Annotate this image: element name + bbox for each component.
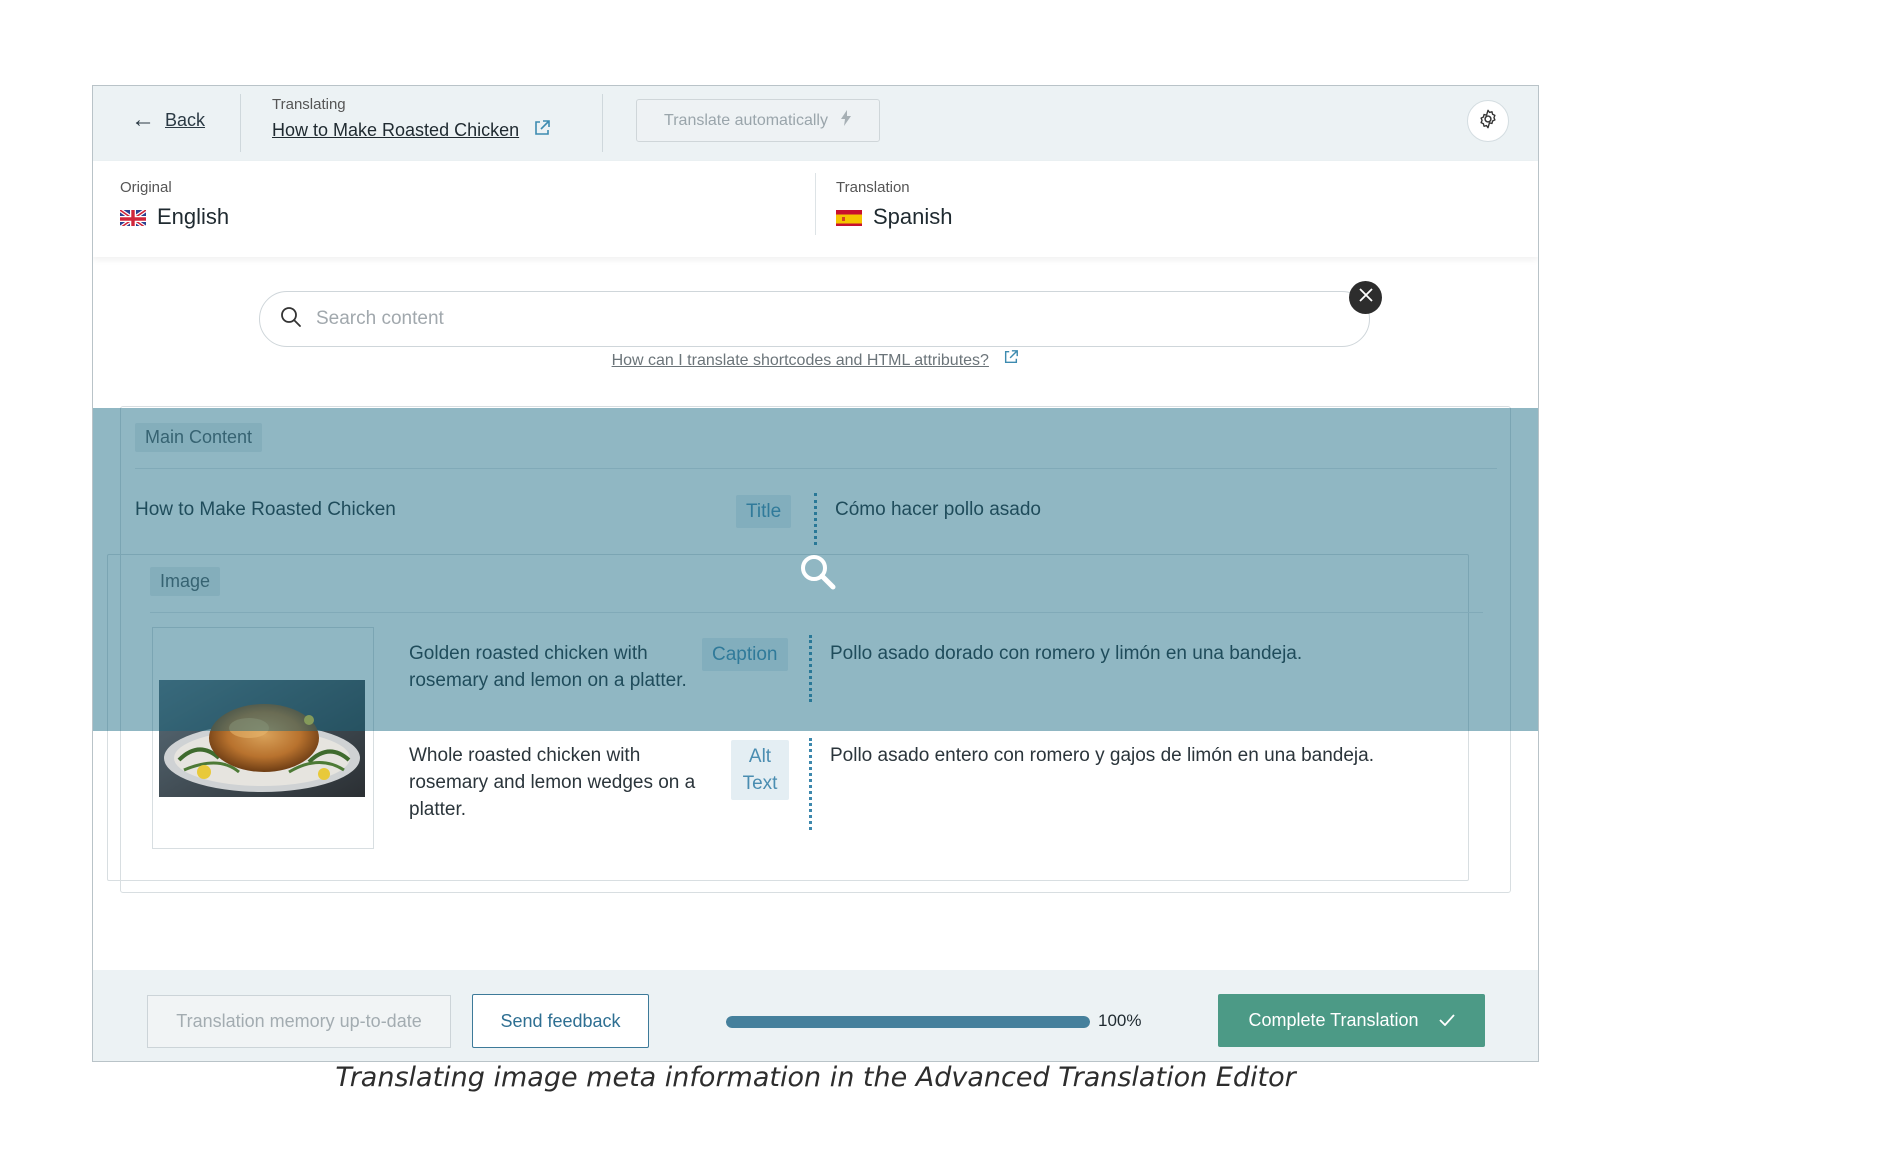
spain-flag-icon — [836, 208, 862, 226]
translation-editor-window: ← Back Translating How to Make Roasted C… — [92, 85, 1539, 1062]
translation-language: Translation Spanish — [836, 179, 953, 230]
field-separator — [809, 635, 812, 702]
figure-caption: Translating image meta information in th… — [335, 1062, 1296, 1093]
original-caption: Original — [120, 179, 172, 196]
alt-text-field-badge: Alt Text — [731, 740, 789, 800]
translating-caption: Translating — [272, 96, 346, 113]
translation-progress-bar — [726, 1016, 1090, 1028]
external-link-icon — [1003, 350, 1019, 369]
shortcodes-help-link[interactable]: How can I translate shortcodes and HTML … — [93, 349, 1538, 370]
section-divider — [135, 468, 1497, 469]
back-label: Back — [165, 109, 206, 130]
arrow-left-icon: ← — [131, 106, 155, 133]
send-feedback-label: Send feedback — [500, 1010, 621, 1031]
original-language-name: English — [157, 204, 230, 229]
complete-translation-button[interactable]: Complete Translation — [1218, 994, 1485, 1047]
language-bar: Original English Translation Spanish — [93, 161, 1538, 257]
help-link-label: How can I translate shortcodes and HTML … — [611, 352, 989, 369]
back-button[interactable]: ← Back — [131, 108, 205, 132]
header-divider — [240, 94, 241, 152]
field-separator — [814, 493, 817, 545]
field-separator — [809, 738, 812, 830]
check-icon — [1438, 1010, 1455, 1031]
caption-field-badge: Caption — [702, 638, 788, 671]
document-title: How to Make Roasted Chicken — [272, 120, 520, 140]
progress-percent: 100% — [1098, 1011, 1142, 1030]
original-language: Original English — [120, 179, 229, 230]
image-section-divider — [150, 612, 1483, 613]
caption-translation[interactable]: Pollo asado dorado con romero y limón en… — [830, 640, 1302, 667]
translation-caption: Translation — [836, 179, 910, 196]
progress-fill — [726, 1016, 1090, 1028]
uk-flag-icon — [120, 208, 146, 226]
alt-text-original: Whole roasted chicken with rosemary and … — [409, 745, 696, 820]
settings-button[interactable] — [1467, 100, 1509, 142]
external-link-icon — [533, 119, 551, 142]
magnifier-icon — [800, 554, 836, 595]
close-button[interactable] — [1349, 281, 1382, 314]
search-icon — [280, 306, 302, 333]
complete-translation-label: Complete Translation — [1248, 1010, 1419, 1030]
title-translation[interactable]: Cómo hacer pollo asado — [835, 496, 1041, 523]
header-divider — [602, 94, 603, 152]
gear-icon — [1477, 108, 1499, 135]
roasted-chicken-image — [159, 680, 365, 797]
search-box[interactable] — [259, 291, 1370, 347]
language-divider — [815, 173, 816, 235]
main-content-label: Main Content — [135, 423, 263, 452]
send-feedback-button[interactable]: Send feedback — [472, 994, 649, 1048]
translate-automatically-label: Translate automatically — [664, 111, 828, 129]
alt-text-translation[interactable]: Pollo asado entero con romero y gajos de… — [830, 742, 1374, 769]
translate-automatically-button[interactable]: Translate automatically — [636, 99, 880, 142]
translation-memory-label: Translation memory up-to-date — [176, 1011, 422, 1031]
caption-original: Golden roasted chicken with rosemary and… — [409, 643, 687, 691]
translation-memory-button[interactable]: Translation memory up-to-date — [147, 995, 451, 1048]
document-title-link[interactable]: How to Make Roasted Chicken — [272, 119, 551, 142]
close-icon — [1358, 288, 1373, 307]
translation-language-name: Spanish — [873, 204, 953, 229]
title-field-badge: Title — [736, 495, 792, 528]
title-original: How to Make Roasted Chicken — [135, 499, 396, 520]
lightning-icon — [840, 110, 852, 131]
editor-header: ← Back Translating How to Make Roasted C… — [93, 86, 1538, 161]
search-input[interactable] — [316, 308, 1216, 330]
translating-block: Translating How to Make Roasted Chicken — [272, 96, 551, 142]
image-section-label: Image — [150, 567, 221, 596]
